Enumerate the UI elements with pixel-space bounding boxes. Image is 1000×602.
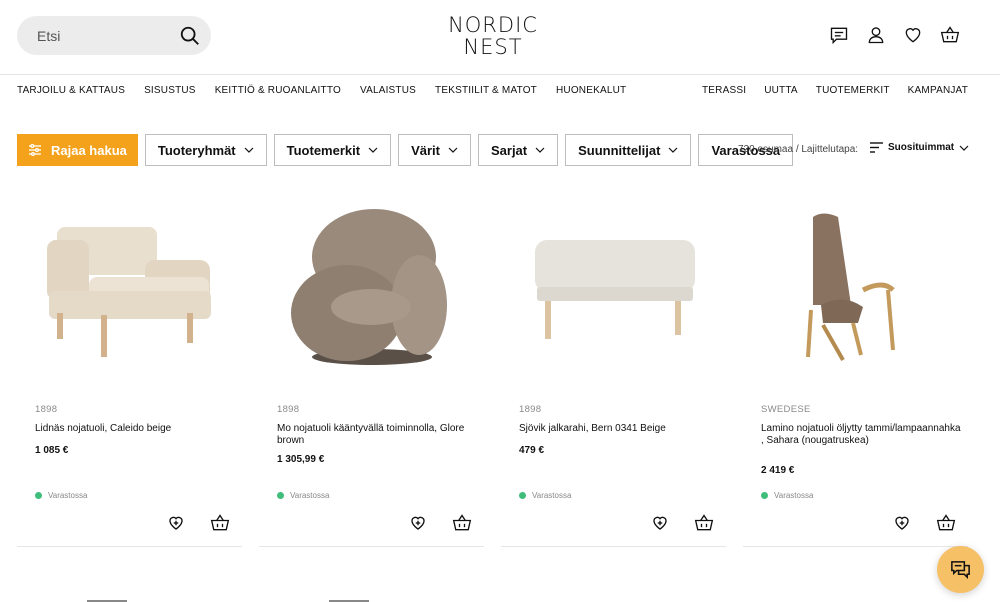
filter-label: Tuotemerkit <box>286 142 361 158</box>
chat-support-button[interactable] <box>937 546 984 593</box>
add-to-basket-icon[interactable] <box>210 513 230 533</box>
nordic-nest-logo[interactable]: NORDIC NEST <box>447 14 539 58</box>
product-name[interactable]: Lidnäs nojatuoli, Caleido beige <box>35 423 235 435</box>
product-price: 1 085 € <box>35 445 69 456</box>
in-stock-dot <box>761 492 768 499</box>
chat-bubbles-icon <box>951 561 970 580</box>
in-stock-dot <box>35 492 42 499</box>
stock-status: Varastossa <box>761 491 813 500</box>
chevron-down-icon <box>448 147 458 153</box>
header-actions <box>829 25 960 45</box>
add-to-basket-icon[interactable] <box>694 513 714 533</box>
search-icon[interactable] <box>179 25 201 47</box>
chevron-down-icon <box>959 145 969 151</box>
product-card[interactable]: 1898 Lidnäs nojatuoli, Caleido beige 1 0… <box>17 195 242 547</box>
stock-label: Varastossa <box>48 491 88 500</box>
stock-label: Varastossa <box>774 491 814 500</box>
filter-tuoteryhmat[interactable]: Tuoteryhmät <box>144 134 267 166</box>
product-image-armchair[interactable] <box>17 195 242 385</box>
nav-item-uutta[interactable]: UUTTA <box>764 85 798 96</box>
basket-icon[interactable] <box>940 25 960 45</box>
heart-plus-icon[interactable] <box>651 514 669 532</box>
chat-icon[interactable] <box>829 25 849 45</box>
heart-plus-icon[interactable] <box>167 514 185 532</box>
product-price: 2 419 € <box>761 465 795 476</box>
refine-search-label: Rajaa hakua <box>51 142 127 158</box>
site-header: NORDIC NEST <box>0 0 1000 75</box>
next-row-product-peek <box>17 590 242 602</box>
product-name[interactable]: Sjövik jalkarahi, Bern 0341 Beige <box>519 423 719 435</box>
heart-icon[interactable] <box>903 25 923 45</box>
nav-item-keittio[interactable]: KEITTIÖ & RUOANLAITTO <box>215 85 341 96</box>
heart-plus-icon[interactable] <box>893 514 911 532</box>
add-to-basket-icon[interactable] <box>936 513 956 533</box>
search-box[interactable] <box>17 16 211 55</box>
stock-status: Varastossa <box>519 491 571 500</box>
product-brand: 1898 <box>519 404 542 415</box>
sliders-icon <box>29 144 41 156</box>
product-brand: 1898 <box>277 404 300 415</box>
logo-line-2: NEST <box>463 35 523 59</box>
user-icon[interactable] <box>866 25 886 45</box>
filter-suunnittelijat[interactable]: Suunnittelijat <box>565 134 692 166</box>
filter-label: Sarjat <box>490 142 528 158</box>
stock-status: Varastossa <box>277 491 329 500</box>
results-count: 720 osumaa / Lajittelutapa: <box>738 144 859 155</box>
add-to-basket-icon[interactable] <box>452 513 472 533</box>
next-row-product-peek <box>259 590 484 602</box>
filter-label: Tuoteryhmät <box>157 142 236 158</box>
main-navigation: TARJOILU & KATTAUS SISUSTUS KEITTIÖ & RU… <box>0 76 1000 106</box>
product-image-swivel-chair[interactable] <box>259 195 484 385</box>
search-input[interactable] <box>37 16 177 55</box>
product-grid: 1898 Lidnäs nojatuoli, Caleido beige 1 0… <box>17 195 983 602</box>
product-brand: 1898 <box>35 404 58 415</box>
chevron-down-icon <box>669 147 678 153</box>
sort-lines-icon <box>870 142 883 153</box>
stock-label: Varastossa <box>532 491 572 500</box>
sort-dropdown[interactable]: Suosituimmat <box>870 142 969 153</box>
heart-plus-icon[interactable] <box>409 514 427 532</box>
nav-item-valaistus[interactable]: VALAISTUS <box>360 85 416 96</box>
filter-label: Suunnittelijat <box>578 142 661 158</box>
filter-varit[interactable]: Värit <box>398 134 471 166</box>
product-name[interactable]: Lamino nojatuoli öljytty tammi/lampaanna… <box>761 423 961 447</box>
nav-item-huonekalut[interactable]: HUONEKALUT <box>556 85 626 96</box>
product-brand: SWEDESE <box>761 404 811 415</box>
chevron-down-icon <box>244 147 254 153</box>
product-card[interactable]: SWEDESE Lamino nojatuoli öljytty tammi/l… <box>743 195 968 547</box>
filter-label: Värit <box>411 142 440 158</box>
stock-status: Varastossa <box>35 491 87 500</box>
chevron-down-icon <box>368 147 378 153</box>
filter-bar: Rajaa hakua Tuoteryhmät Tuotemerkit Väri… <box>17 134 794 166</box>
nav-item-terassi[interactable]: TERASSI <box>702 85 746 96</box>
product-price: 479 € <box>519 445 545 456</box>
nav-item-kampanjat[interactable]: KAMPANJAT <box>908 85 968 96</box>
product-card[interactable]: 1898 Mo nojatuoli kääntyvällä toiminnoll… <box>259 195 484 547</box>
product-name[interactable]: Mo nojatuoli kääntyvällä toiminnolla, Gl… <box>277 423 477 447</box>
filter-tuotemerkit[interactable]: Tuotemerkit <box>273 134 392 166</box>
product-image-footstool[interactable] <box>501 195 726 385</box>
filter-sarjat[interactable]: Sarjat <box>477 134 559 166</box>
nav-item-tarjoilu[interactable]: TARJOILU & KATTAUS <box>17 85 125 96</box>
nav-item-tekstiilit[interactable]: TEKSTIILIT & MATOT <box>435 85 537 96</box>
product-image-lamino-chair[interactable] <box>743 195 968 385</box>
sort-label: Suosituimmat <box>888 142 955 153</box>
nav-item-sisustus[interactable]: SISUSTUS <box>144 85 196 96</box>
in-stock-dot <box>277 492 284 499</box>
chevron-down-icon <box>535 147 545 153</box>
refine-search-button[interactable]: Rajaa hakua <box>17 134 138 166</box>
stock-label: Varastossa <box>290 491 330 500</box>
in-stock-dot <box>519 492 526 499</box>
product-card[interactable]: 1898 Sjövik jalkarahi, Bern 0341 Beige 4… <box>501 195 726 547</box>
product-price: 1 305,99 € <box>277 454 325 465</box>
logo-line-1: NORDIC <box>448 13 538 37</box>
nav-item-tuotemerkit[interactable]: TUOTEMERKIT <box>816 85 890 96</box>
